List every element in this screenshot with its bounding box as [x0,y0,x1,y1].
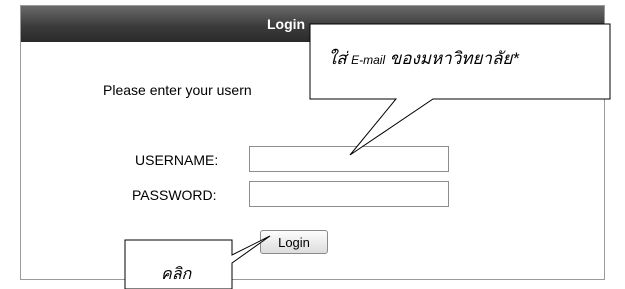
email-callout-suffix: ของมหาวิทยาลัย* [389,49,519,68]
click-callout-text: คลิก [161,266,192,283]
email-callout-text: ใส่ E-mail ของมหาวิทยาลัย* [328,45,519,72]
callout-shapes [124,23,611,289]
email-callout-balloon [309,23,611,156]
email-callout-small: E-mail [351,53,386,67]
email-callout-prefix: ใส่ [328,49,347,68]
click-callout-balloon [124,235,271,289]
